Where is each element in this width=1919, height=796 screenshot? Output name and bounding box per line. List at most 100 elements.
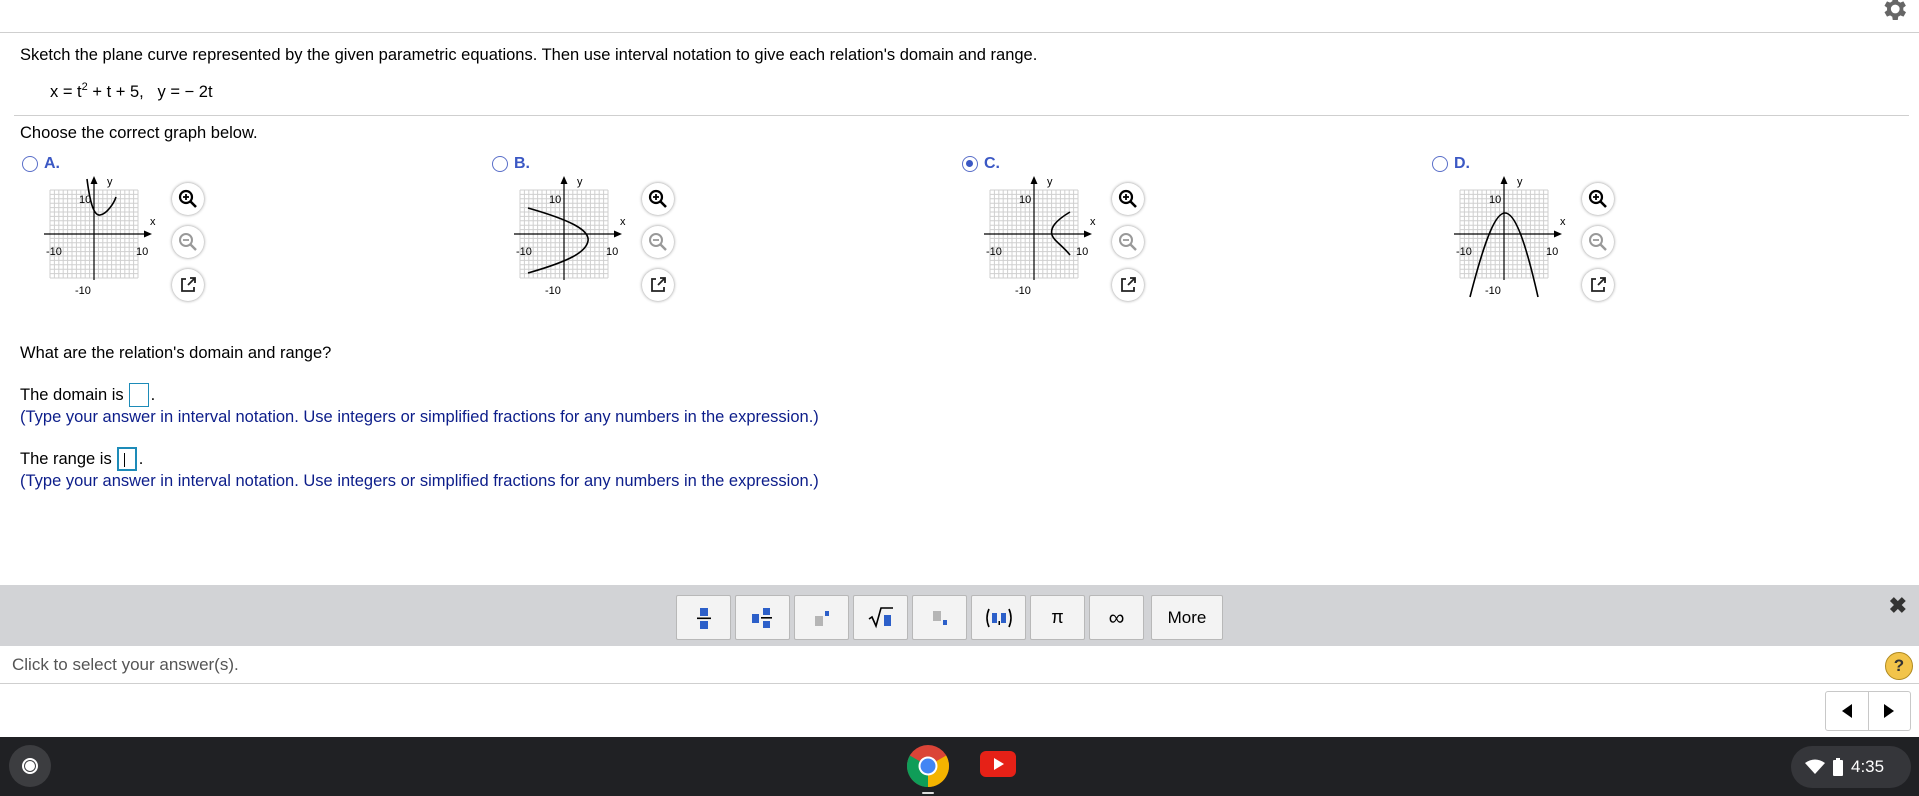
option-a-radio[interactable] <box>22 156 38 172</box>
domain-row: The domain is . <box>20 383 155 407</box>
y-axis-arrow <box>1030 176 1038 184</box>
option-a: A. y x 10 -10 -10 10 <box>20 153 220 303</box>
zoom-out-icon <box>1119 233 1137 251</box>
status-bar: Click to select your answer(s). ? <box>0 646 1919 684</box>
graph-option-c: y x 10 -10 -10 10 <box>984 176 1096 297</box>
close-toolbar-icon[interactable]: ✖ <box>1889 593 1907 619</box>
option-c: C. y x 10 -10 -10 10 <box>960 153 1160 303</box>
y-tick-bottom: -10 <box>1015 285 1031 297</box>
mixed-number-button[interactable] <box>735 595 790 640</box>
wifi-icon <box>1805 759 1825 774</box>
x-axis-arrow <box>144 230 152 238</box>
graph-option-d: y x 10 -10 -10 10 <box>1454 176 1566 298</box>
x-axis-label: x <box>150 216 156 228</box>
option-d-radio[interactable] <box>1432 156 1448 172</box>
x-tick-right: 10 <box>606 246 618 258</box>
zoom-in-icon <box>178 189 197 208</box>
divider <box>14 115 1909 116</box>
domain-range-question: What are the relation's domain and range… <box>20 344 332 362</box>
option-c-radio[interactable] <box>962 156 978 172</box>
choose-instruction: Choose the correct graph below. <box>20 124 258 142</box>
option-d-label[interactable]: D. <box>1454 155 1470 173</box>
x-tick-left: -10 <box>986 246 1002 258</box>
option-a-label[interactable]: A. <box>44 155 60 173</box>
y-axis-label: y <box>107 176 113 188</box>
previous-button[interactable] <box>1826 692 1868 730</box>
pi-button[interactable]: π <box>1030 595 1085 640</box>
infinity-button[interactable]: ∞ <box>1089 595 1144 640</box>
option-c-label[interactable]: C. <box>984 155 1000 173</box>
eq-x-pre: x = t <box>50 83 82 101</box>
zoom-in-button[interactable] <box>172 183 204 215</box>
battery-icon <box>1833 758 1843 776</box>
interval-button[interactable] <box>971 595 1026 640</box>
x-tick-right: 10 <box>1546 246 1558 258</box>
popout-button[interactable] <box>1112 269 1144 301</box>
popout-button[interactable] <box>172 269 204 301</box>
y-axis-label: y <box>1047 176 1053 188</box>
fraction-button[interactable] <box>676 595 731 640</box>
zoom-in-icon <box>1588 189 1607 208</box>
help-icon[interactable]: ? <box>1885 652 1913 680</box>
y-axis-arrow <box>1500 176 1508 184</box>
x-axis-arrow <box>1084 230 1092 238</box>
zoom-out-button[interactable] <box>1112 226 1144 258</box>
x-tick-right: 10 <box>1076 246 1088 258</box>
range-input[interactable] <box>116 447 137 471</box>
y-axis-label: y <box>1517 176 1523 188</box>
active-app-indicator <box>922 792 934 794</box>
popout-icon <box>1591 277 1606 292</box>
domain-input[interactable] <box>128 383 149 407</box>
zoom-out-button[interactable] <box>1582 226 1614 258</box>
zoom-out-icon <box>179 233 197 251</box>
zoom-in-button[interactable] <box>642 183 674 215</box>
popout-icon <box>181 277 196 292</box>
y-axis-label: y <box>577 176 583 188</box>
y-tick-bottom: -10 <box>75 285 91 297</box>
zoom-in-icon <box>1118 189 1137 208</box>
system-tray[interactable]: 4:35 <box>1791 746 1911 788</box>
os-taskbar: 4:35 <box>0 737 1919 796</box>
next-button[interactable] <box>1867 692 1911 730</box>
range-period: . <box>138 449 144 468</box>
subscript-icon <box>932 610 947 625</box>
x-axis-arrow <box>614 230 622 238</box>
range-prefix: The range is <box>20 449 112 468</box>
popout-button[interactable] <box>1582 269 1614 301</box>
y-axis-arrow <box>90 176 98 184</box>
option-b-radio[interactable] <box>492 156 508 172</box>
option-b-label[interactable]: B. <box>514 155 530 173</box>
fraction-icon <box>696 607 711 629</box>
zoom-out-button[interactable] <box>642 226 674 258</box>
x-tick-right: 10 <box>136 246 148 258</box>
x-axis-label: x <box>1090 216 1096 228</box>
zoom-out-button[interactable] <box>172 226 204 258</box>
y-tick-bottom: -10 <box>1485 285 1501 297</box>
triangle-right-icon <box>1884 704 1895 718</box>
sqrt-button[interactable] <box>853 595 908 640</box>
chrome-icon[interactable] <box>906 744 950 788</box>
launcher-button[interactable] <box>9 745 51 787</box>
graph-option-a: y x 10 -10 -10 10 <box>44 176 156 297</box>
x-tick-left: -10 <box>516 246 532 258</box>
graph-option-b: y x 10 -10 -10 10 <box>514 176 626 297</box>
subscript-button[interactable] <box>912 595 967 640</box>
y-tick-top: 10 <box>549 194 561 206</box>
more-button[interactable]: More <box>1151 595 1223 640</box>
clock: 4:35 <box>1851 757 1885 776</box>
question-nav <box>1825 691 1911 731</box>
popout-button[interactable] <box>642 269 674 301</box>
zoom-in-button[interactable] <box>1112 183 1144 215</box>
exponent-button[interactable] <box>794 595 849 640</box>
question-prompt: Sketch the plane curve represented by th… <box>20 46 1038 64</box>
x-tick-left: -10 <box>1456 246 1472 258</box>
youtube-icon[interactable] <box>980 751 1016 777</box>
mixed-number-icon <box>751 607 772 628</box>
option-b: B. y x 10 -10 -10 10 <box>490 153 690 303</box>
status-text[interactable]: Click to select your answer(s). <box>12 655 239 675</box>
range-row: The range is . <box>20 447 143 471</box>
parametric-equations: x = t2 + t + 5, y = − 2t <box>50 81 213 102</box>
gear-icon[interactable] <box>1879 0 1909 24</box>
y-axis-arrow <box>560 176 568 184</box>
zoom-in-button[interactable] <box>1582 183 1614 215</box>
